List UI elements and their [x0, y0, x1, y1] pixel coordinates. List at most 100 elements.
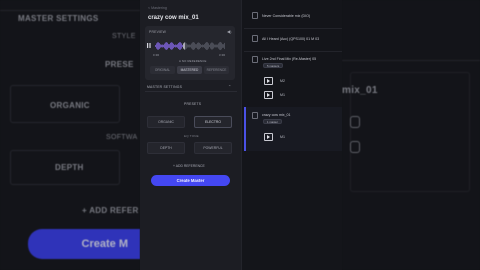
waveform-bar	[211, 42, 212, 50]
waveform-bar	[199, 42, 200, 50]
option-depth[interactable]: DEPTH	[147, 142, 185, 154]
masters-badge: 1 master	[263, 119, 282, 124]
waveform-bar	[221, 42, 222, 50]
bg-master-settings: MASTER SETTINGS	[18, 14, 99, 23]
tab-original[interactable]: ORIGINAL	[150, 66, 175, 74]
waveform-bar	[176, 44, 177, 48]
waveform-bar	[224, 42, 225, 50]
waveform-bar	[162, 44, 163, 48]
waveform-bar	[213, 43, 214, 49]
page-title: crazy cow mix_01	[148, 15, 199, 21]
divider	[244, 28, 342, 29]
waveform-bar	[169, 44, 170, 48]
list-item-title[interactable]: All I Heard (Acc) (QPS100) 01 M 03	[262, 37, 319, 41]
tab-mastered[interactable]: MASTERED	[177, 66, 202, 74]
waveform-bar	[191, 43, 192, 49]
waveform-bar	[157, 42, 158, 50]
waveform-bar	[186, 43, 187, 49]
waveform-bar	[158, 42, 159, 50]
option-organic[interactable]: ORGANIC	[147, 116, 185, 128]
waveform-bar	[156, 43, 157, 49]
presets-label: PRESETS	[184, 102, 202, 106]
waveform-bar	[207, 42, 208, 50]
waveform-bar	[164, 43, 165, 49]
waveform-bar	[209, 44, 210, 48]
waveform-bar	[184, 42, 185, 50]
waveform-bar	[201, 44, 202, 48]
waveform-bar	[208, 43, 209, 49]
waveform-bar	[170, 42, 171, 50]
divider	[244, 51, 342, 52]
master-label: M1	[280, 93, 285, 97]
waveform-bar	[215, 44, 216, 48]
waveform-bar	[223, 44, 224, 48]
waveform-bar	[216, 44, 217, 48]
waveform-bar	[218, 43, 219, 49]
play-icon	[267, 93, 270, 97]
play-button[interactable]	[264, 77, 273, 85]
eq-label: EQ TONE	[184, 134, 199, 138]
tab-reference[interactable]: REFERENCE	[204, 66, 229, 74]
bg-create-button: Create M	[28, 229, 140, 259]
waveform-bar	[181, 43, 182, 49]
waveform-bar	[168, 44, 169, 48]
waveform-bar	[183, 43, 184, 49]
screen: MASTER SETTINGS STYLE PRESE ORGANIC SOFT…	[0, 0, 480, 270]
bg-organic-label: ORGANIC	[50, 101, 90, 110]
waveform-bar	[212, 42, 213, 50]
master-label: M2	[280, 79, 285, 83]
waveform-bar	[195, 44, 196, 48]
waveform-bar	[200, 43, 201, 49]
waveform-bar	[190, 44, 191, 48]
waveform-bar	[194, 42, 195, 50]
waveform[interactable]	[155, 40, 225, 52]
background-right-zoom: mix_01	[342, 0, 480, 270]
option-powerful[interactable]: POWERFUL	[194, 142, 232, 154]
time-start: 0:00	[153, 53, 160, 57]
divider	[145, 91, 237, 92]
waveform-bar	[167, 42, 168, 50]
waveform-bar	[160, 44, 161, 48]
waveform-bar	[204, 44, 205, 48]
bg-depth-label: DEPTH	[55, 163, 84, 172]
waveform-bar	[197, 42, 198, 50]
waveform-bar	[163, 44, 164, 48]
bg-style-label: STYLE	[112, 33, 136, 40]
waveform-bar	[188, 44, 189, 48]
back-link[interactable]: < Mastering	[148, 6, 167, 10]
list-item-title[interactable]: Live 2nd Final Mix (Re-Master) 05	[262, 57, 316, 61]
time-end: 3:00	[219, 53, 226, 57]
selected-list-item[interactable]	[244, 107, 342, 151]
waveform-bar	[165, 42, 166, 50]
add-reference-link[interactable]: + ADD REFERENCE	[173, 164, 205, 168]
reference-toggle[interactable]: A NO REFERENCE	[179, 59, 207, 63]
play-button[interactable]	[264, 133, 273, 141]
waveform-bar	[203, 44, 204, 48]
volume-icon[interactable]: ◀)	[227, 29, 231, 34]
waveform-bar	[185, 42, 186, 50]
file-icon	[252, 56, 258, 63]
list-item-title[interactable]: crazy cow mix_01	[262, 113, 291, 117]
create-master-button[interactable]: Create Master	[151, 175, 230, 186]
file-icon	[252, 35, 258, 42]
waveform-bar	[205, 42, 206, 50]
bg-eq-label: SOFTWA	[106, 134, 138, 141]
option-electro[interactable]: ELECTRO	[194, 116, 232, 128]
waveform-bar	[198, 42, 199, 50]
waveform-bar	[206, 42, 207, 50]
waveform-bar	[177, 44, 178, 48]
master-settings-heading: MASTER SETTINGS	[147, 85, 183, 89]
chevron-up-icon[interactable]: ⌃	[228, 84, 231, 89]
masters-badge: 5 masters	[263, 63, 284, 68]
file-icon	[252, 12, 258, 19]
bg-add-reference: + ADD REFER	[82, 206, 139, 215]
bg-presets-label: PRESE	[105, 60, 134, 69]
pause-icon[interactable]	[147, 43, 151, 48]
waveform-bar	[220, 41, 221, 51]
file-icon	[252, 112, 258, 119]
play-icon	[267, 135, 270, 139]
list-item-title[interactable]: Never Considerable mix (DIO)	[262, 14, 310, 18]
play-button[interactable]	[264, 91, 273, 99]
waveform-bar	[189, 44, 190, 48]
preview-label: PREVIEW	[149, 30, 167, 34]
